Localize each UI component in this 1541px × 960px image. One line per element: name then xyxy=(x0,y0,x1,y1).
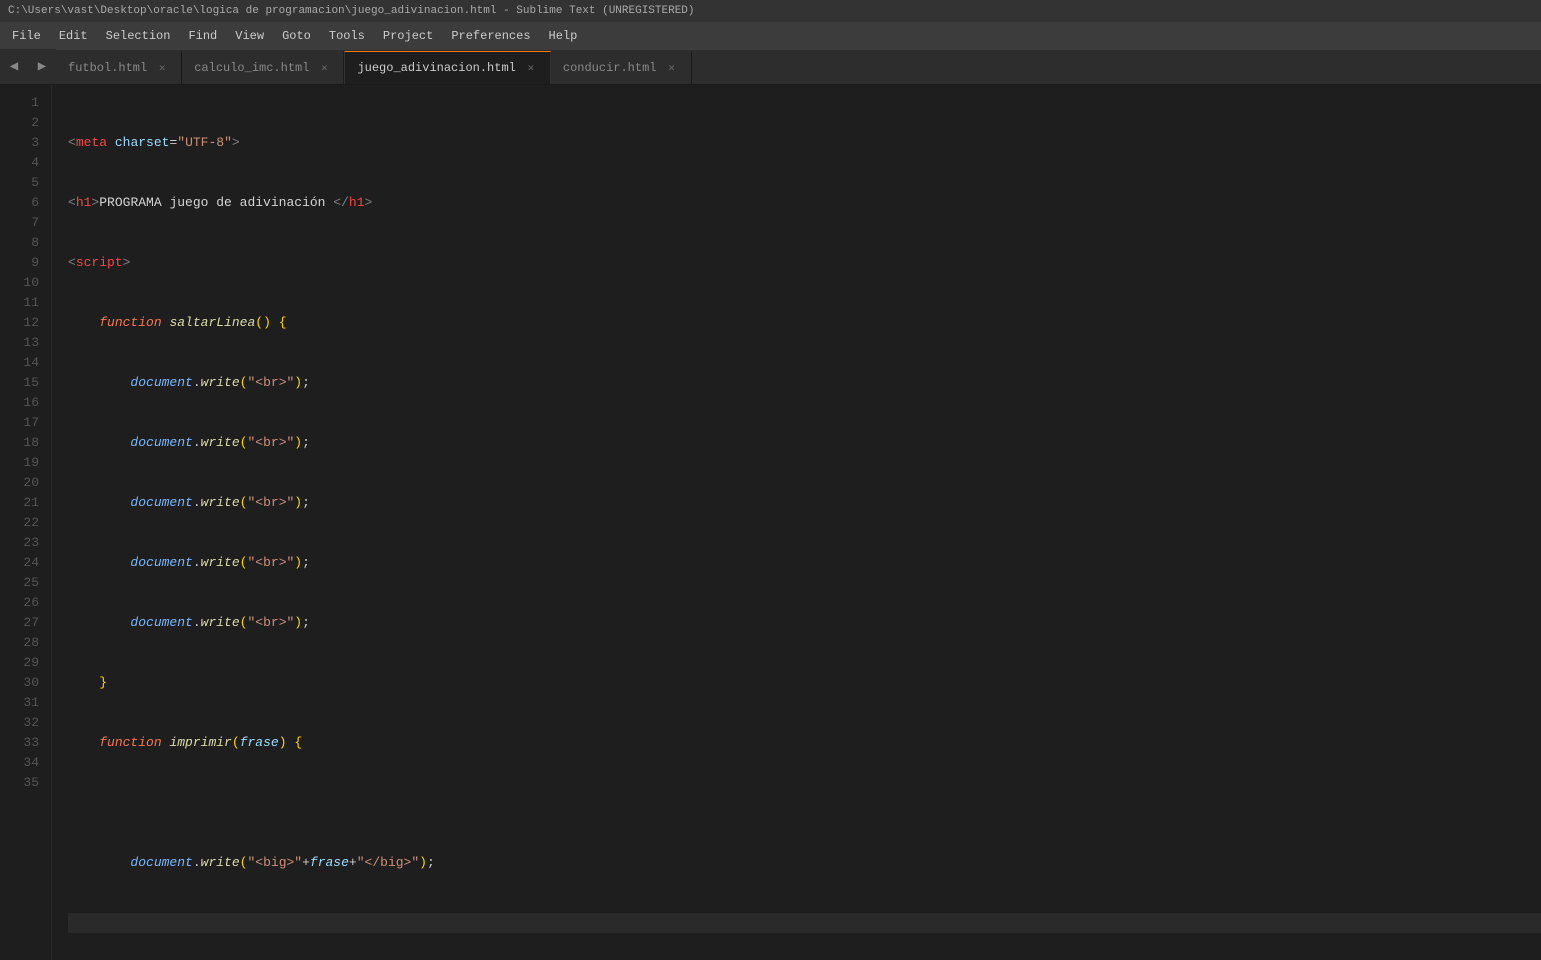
code-line-7: document.write("<br>"); xyxy=(68,493,1541,513)
line-num-21: 21 xyxy=(8,493,39,513)
code-line-14 xyxy=(68,913,1541,933)
code-line-10: } xyxy=(68,673,1541,693)
line-num-35: 35 xyxy=(8,773,39,793)
code-line-8: document.write("<br>"); xyxy=(68,553,1541,573)
code-line-3: <script> xyxy=(68,253,1541,273)
line-num-19: 19 xyxy=(8,453,39,473)
tab-juego[interactable]: juego_adivinacion.html ✕ xyxy=(344,51,550,84)
menu-edit[interactable]: Edit xyxy=(51,25,96,47)
title-text: C:\Users\vast\Desktop\oracle\logica de p… xyxy=(8,5,695,17)
code-line-13: document.write("<big>"+frase+"</big>"); xyxy=(68,853,1541,873)
line-num-11: 11 xyxy=(8,293,39,313)
line-num-29: 29 xyxy=(8,653,39,673)
line-num-23: 23 xyxy=(8,533,39,553)
menu-view[interactable]: View xyxy=(227,25,272,47)
line-num-33: 33 xyxy=(8,733,39,753)
code-line-5: document.write("<br>"); xyxy=(68,373,1541,393)
line-num-16: 16 xyxy=(8,393,39,413)
tab-prev-btn[interactable]: ◀ xyxy=(0,49,28,84)
line-num-15: 15 xyxy=(8,373,39,393)
line-num-4: 4 xyxy=(8,153,39,173)
tab-calculo[interactable]: calculo_imc.html ✕ xyxy=(182,51,344,84)
line-num-25: 25 xyxy=(8,573,39,593)
line-num-13: 13 xyxy=(8,333,39,353)
menu-help[interactable]: Help xyxy=(541,25,586,47)
tab-futbol-close[interactable]: ✕ xyxy=(155,61,169,75)
code-line-6: document.write("<br>"); xyxy=(68,433,1541,453)
line-num-9: 9 xyxy=(8,253,39,273)
code-area: 1 2 3 4 5 6 7 8 9 10 11 12 13 14 15 16 1… xyxy=(0,85,1541,960)
code-line-2: <h1>PROGRAMA juego de adivinación </h1> xyxy=(68,193,1541,213)
line-num-27: 27 xyxy=(8,613,39,633)
tab-futbol-label: futbol.html xyxy=(68,61,147,75)
line-num-6: 6 xyxy=(8,193,39,213)
line-num-31: 31 xyxy=(8,693,39,713)
line-num-24: 24 xyxy=(8,553,39,573)
code-editor[interactable]: <meta charset="UTF-8"> <h1>PROGRAMA jueg… xyxy=(52,85,1541,960)
line-num-12: 12 xyxy=(8,313,39,333)
menu-project[interactable]: Project xyxy=(375,25,441,47)
menu-file[interactable]: File xyxy=(4,25,49,47)
tab-futbol[interactable]: futbol.html ✕ xyxy=(56,51,182,84)
menu-preferences[interactable]: Preferences xyxy=(443,25,538,47)
tab-calculo-close[interactable]: ✕ xyxy=(317,61,331,75)
line-num-8: 8 xyxy=(8,233,39,253)
line-num-10: 10 xyxy=(8,273,39,293)
menu-tools[interactable]: Tools xyxy=(321,25,373,47)
menu-find[interactable]: Find xyxy=(180,25,225,47)
tab-next-btn[interactable]: ▶ xyxy=(28,49,56,84)
title-bar: C:\Users\vast\Desktop\oracle\logica de p… xyxy=(0,0,1541,22)
line-num-7: 7 xyxy=(8,213,39,233)
code-line-9: document.write("<br>"); xyxy=(68,613,1541,633)
line-num-30: 30 xyxy=(8,673,39,693)
line-num-17: 17 xyxy=(8,413,39,433)
tab-bar: ◀ ▶ futbol.html ✕ calculo_imc.html ✕ jue… xyxy=(0,50,1541,85)
menu-goto[interactable]: Goto xyxy=(274,25,319,47)
tab-calculo-label: calculo_imc.html xyxy=(194,61,309,75)
code-line-11: function imprimir(frase) { xyxy=(68,733,1541,753)
line-num-5: 5 xyxy=(8,173,39,193)
tab-conducir[interactable]: conducir.html ✕ xyxy=(551,51,692,84)
line-num-1: 1 xyxy=(8,93,39,113)
line-num-26: 26 xyxy=(8,593,39,613)
line-num-20: 20 xyxy=(8,473,39,493)
tab-conducir-close[interactable]: ✕ xyxy=(665,61,679,75)
menu-selection[interactable]: Selection xyxy=(98,25,179,47)
menu-bar: File Edit Selection Find View Goto Tools… xyxy=(0,22,1541,50)
line-numbers: 1 2 3 4 5 6 7 8 9 10 11 12 13 14 15 16 1… xyxy=(0,85,52,960)
line-num-32: 32 xyxy=(8,713,39,733)
line-num-14: 14 xyxy=(8,353,39,373)
code-line-12 xyxy=(68,793,1541,813)
line-num-18: 18 xyxy=(8,433,39,453)
code-line-1: <meta charset="UTF-8"> xyxy=(68,133,1541,153)
line-num-3: 3 xyxy=(8,133,39,153)
line-num-34: 34 xyxy=(8,753,39,773)
line-num-2: 2 xyxy=(8,113,39,133)
tab-conducir-label: conducir.html xyxy=(563,61,657,75)
tab-juego-label: juego_adivinacion.html xyxy=(357,61,515,75)
code-line-4: function saltarLinea() { xyxy=(68,313,1541,333)
tab-juego-close[interactable]: ✕ xyxy=(524,61,538,75)
line-num-28: 28 xyxy=(8,633,39,653)
line-num-22: 22 xyxy=(8,513,39,533)
